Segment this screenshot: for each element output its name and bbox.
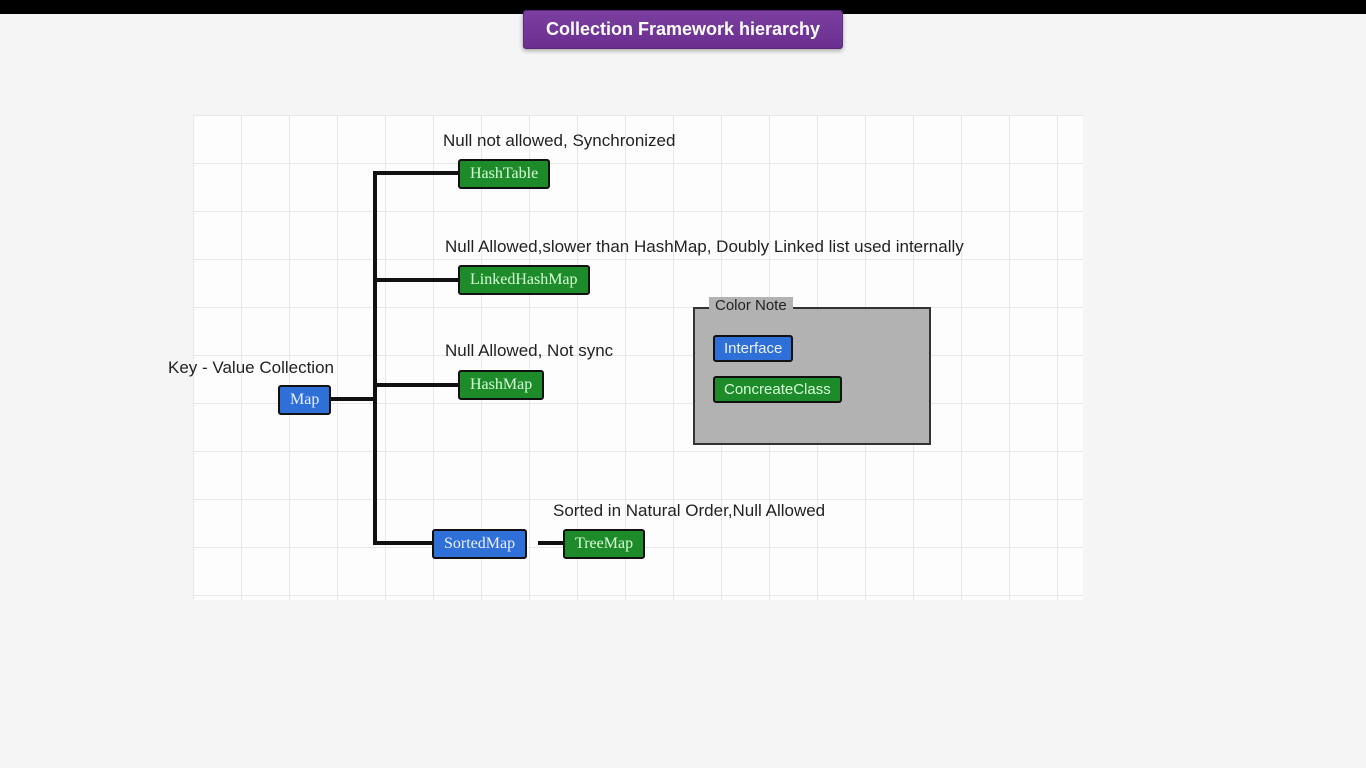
note-hashmap: Null Allowed, Not sync <box>445 341 613 361</box>
connector <box>373 541 435 545</box>
node-map: Map <box>278 385 331 415</box>
legend-panel: Color Note Interface ConcreateClass <box>693 307 931 445</box>
legend-title: Color Note <box>709 297 793 314</box>
node-sortedmap: SortedMap <box>432 529 527 559</box>
node-treemap: TreeMap <box>563 529 645 559</box>
note-hashtable: Null not allowed, Synchronized <box>443 131 675 151</box>
legend-concrete: ConcreateClass <box>713 376 842 403</box>
connector <box>373 171 458 175</box>
diagram-canvas: Key - Value Collection Map Null not allo… <box>193 115 1083 600</box>
node-hashtable: HashTable <box>458 159 550 189</box>
node-linkedhashmap: LinkedHashMap <box>458 265 590 295</box>
page-title: Collection Framework hierarchy <box>523 10 843 49</box>
node-hashmap: HashMap <box>458 370 544 400</box>
connector <box>373 171 377 545</box>
note-linkedhashmap: Null Allowed,slower than HashMap, Doubly… <box>445 237 964 257</box>
connector <box>538 541 563 545</box>
legend-interface: Interface <box>713 335 793 362</box>
note-treemap: Sorted in Natural Order,Null Allowed <box>553 501 825 521</box>
connector <box>330 397 373 401</box>
connector <box>373 278 458 282</box>
root-label: Key - Value Collection <box>168 358 334 378</box>
connector <box>373 383 458 387</box>
